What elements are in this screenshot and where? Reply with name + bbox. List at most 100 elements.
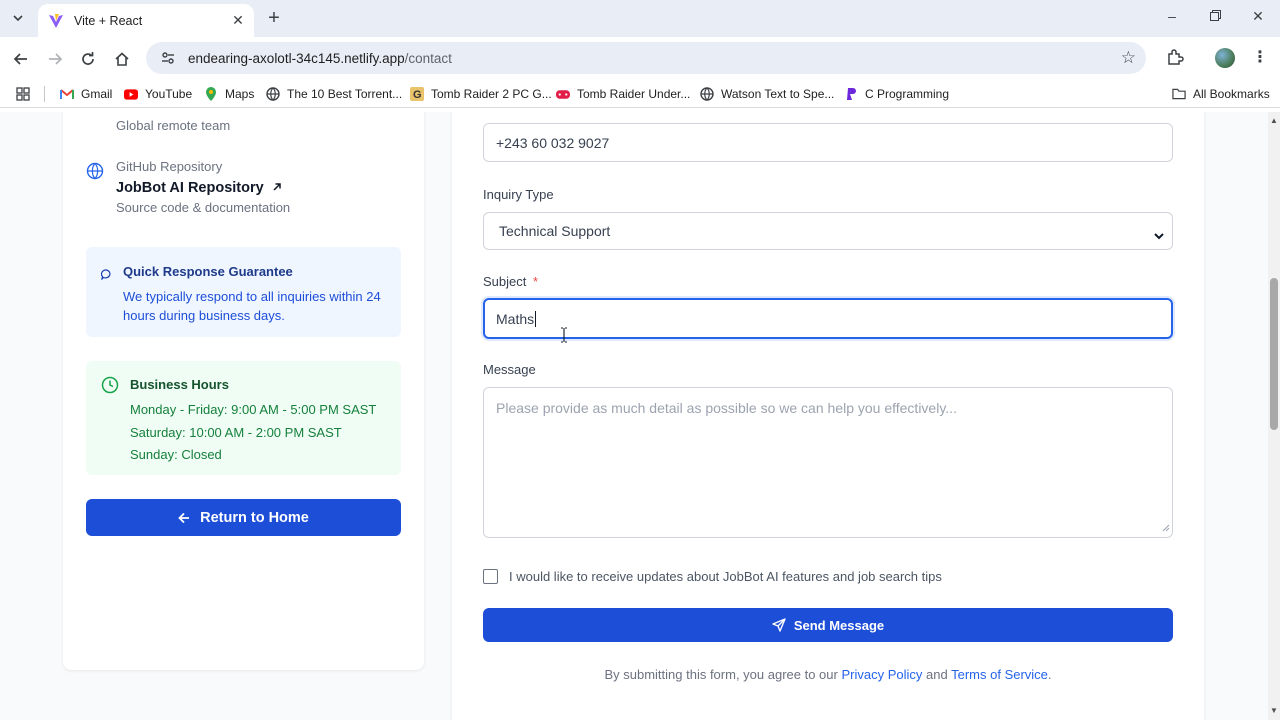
url-path: /contact (404, 50, 452, 66)
bookmarks-divider (44, 86, 45, 102)
terms-notice: By submitting this form, you agree to ou… (483, 667, 1173, 682)
quick-response-line: We typically respond to all inquiries wi… (123, 289, 381, 304)
bookmark-star-icon[interactable]: ☆ (1121, 49, 1136, 66)
clock-icon (101, 376, 119, 399)
updates-checkbox[interactable] (483, 569, 498, 584)
bookmark-maps[interactable]: Maps (204, 85, 254, 103)
chat-bubble-icon (100, 267, 112, 285)
vite-icon (48, 13, 64, 29)
bookmark-tomb-raider-2[interactable]: G Tomb Raider 2 PC G... (410, 85, 552, 103)
return-home-button[interactable]: Return to Home (86, 499, 401, 536)
resize-handle-icon[interactable] (1162, 519, 1170, 535)
text-caret (535, 310, 537, 327)
send-message-button[interactable]: Send Message (483, 608, 1173, 642)
inquiry-type-value: Technical Support (499, 223, 611, 239)
github-repo-link[interactable]: JobBot AI Repository (116, 179, 282, 197)
address-bar[interactable]: endearing-axolotl-34c145.netlify.app/con… (146, 42, 1146, 74)
site-info-icon[interactable] (160, 50, 176, 66)
tab-close-icon[interactable]: ✕ (230, 12, 246, 29)
send-message-label: Send Message (793, 617, 885, 633)
bookmark-label: Watson Text to Spe... (721, 87, 835, 101)
hours-weekdays: Monday - Friday: 9:00 AM - 5:00 PM SAST (130, 402, 377, 417)
tab-search-chevron-icon[interactable] (7, 8, 29, 28)
bookmark-torrent[interactable]: The 10 Best Torrent... (266, 85, 402, 103)
apps-grid-icon[interactable] (16, 85, 30, 103)
folder-icon (1172, 87, 1186, 101)
team-note: Global remote team (116, 118, 231, 133)
bookmark-label: Gmail (81, 87, 113, 101)
privacy-policy-link[interactable]: Privacy Policy (841, 667, 922, 682)
browser-tab[interactable]: Vite + React ✕ (38, 4, 254, 37)
c-icon (844, 87, 858, 101)
terms-period: . (1047, 667, 1052, 682)
all-bookmarks[interactable]: All Bookmarks (1172, 85, 1270, 103)
terms-of-service-link[interactable]: Terms of Service (951, 667, 1048, 682)
g-icon: G (410, 87, 424, 101)
subject-label: Subject * (483, 274, 538, 289)
inquiry-type-label: Inquiry Type (483, 187, 554, 202)
bookmark-label: YouTube (145, 87, 193, 101)
message-label: Message (483, 362, 536, 377)
send-icon (772, 618, 786, 632)
bookmark-label: Maps (225, 87, 255, 101)
inquiry-type-select[interactable]: Technical Support (483, 212, 1173, 250)
bookmarks-bar: Gmail YouTube Maps The 10 Best Torrent..… (0, 80, 1280, 108)
scroll-up-icon[interactable]: ▲ (1270, 116, 1278, 125)
minimize-icon[interactable]: – (1162, 8, 1182, 24)
gamepad-icon (556, 87, 570, 101)
url-host: endearing-axolotl-34c145.netlify.app (188, 50, 405, 66)
business-hours-title: Business Hours (130, 377, 229, 392)
bookmark-gmail[interactable]: Gmail (60, 85, 112, 103)
business-hours-list: Monday - Friday: 9:00 AM - 5:00 PM SAST … (130, 399, 376, 467)
terms-and: and (926, 667, 948, 682)
tab-title: Vite + React (74, 13, 143, 28)
quick-response-text: We typically respond to all inquiries wi… (123, 287, 381, 325)
chevron-down-icon (1154, 227, 1164, 243)
extensions-icon[interactable] (1166, 48, 1186, 68)
restore-icon[interactable] (1205, 8, 1225, 24)
subject-value: Maths (496, 310, 535, 327)
profile-avatar[interactable] (1215, 48, 1235, 68)
youtube-icon (124, 87, 138, 101)
browser-toolbar: endearing-axolotl-34c145.netlify.app/con… (0, 37, 1280, 80)
terms-notice-text: By submitting this form, you agree to ou… (604, 667, 838, 682)
bookmark-label: Tomb Raider 2 PC G... (431, 87, 552, 101)
required-marker: * (533, 274, 539, 289)
github-sub: Source code & documentation (116, 200, 291, 215)
message-textarea[interactable]: Please provide as much detail as possibl… (483, 387, 1173, 538)
return-home-label: Return to Home (200, 509, 309, 526)
updates-label: I would like to receive updates about Jo… (509, 569, 942, 584)
bookmark-label: The 10 Best Torrent... (287, 87, 403, 101)
github-repo-title: JobBot AI Repository (116, 180, 264, 196)
bookmark-label: Tomb Raider Under... (577, 87, 691, 101)
bookmark-c-programming[interactable]: C Programming (844, 85, 949, 103)
new-tab-icon[interactable]: + (264, 7, 284, 29)
github-label: GitHub Repository (116, 159, 223, 174)
hours-sunday: Sunday: Closed (130, 447, 222, 462)
hours-saturday: Saturday: 10:00 AM - 2:00 PM SAST (130, 424, 342, 440)
gmail-icon (60, 87, 74, 101)
scroll-down-icon[interactable]: ▼ (1270, 706, 1278, 715)
tab-strip: Vite + React ✕ + – ✕ (0, 0, 1280, 37)
bookmark-tomb-raider-under[interactable]: Tomb Raider Under... (556, 85, 690, 103)
globe-icon (266, 87, 280, 101)
bookmark-youtube[interactable]: YouTube (124, 85, 192, 103)
window-close-icon[interactable]: ✕ (1248, 8, 1268, 25)
bookmark-label: C Programming (865, 87, 950, 101)
svg-text:G: G (413, 89, 422, 101)
text-cursor-icon (560, 327, 568, 348)
home-icon[interactable] (111, 48, 133, 70)
quick-response-title: Quick Response Guarantee (123, 264, 293, 279)
subject-input[interactable]: Maths (483, 298, 1173, 339)
globe-icon (86, 162, 104, 185)
forward-arrow-icon[interactable] (44, 48, 66, 70)
menu-kebab-icon[interactable]: ⋮ (1250, 48, 1270, 68)
subject-label-text: Subject (483, 274, 527, 289)
reload-icon[interactable] (77, 48, 99, 70)
scrollbar-thumb[interactable] (1270, 278, 1278, 430)
contact-page: Global remote team GitHub Repository Job… (0, 112, 1268, 720)
back-arrow-icon[interactable] (10, 48, 32, 70)
phone-input[interactable]: +243 60 032 9027 (483, 123, 1173, 162)
bookmark-watson[interactable]: Watson Text to Spe... (700, 85, 834, 103)
url-text: endearing-axolotl-34c145.netlify.app/con… (188, 51, 452, 66)
